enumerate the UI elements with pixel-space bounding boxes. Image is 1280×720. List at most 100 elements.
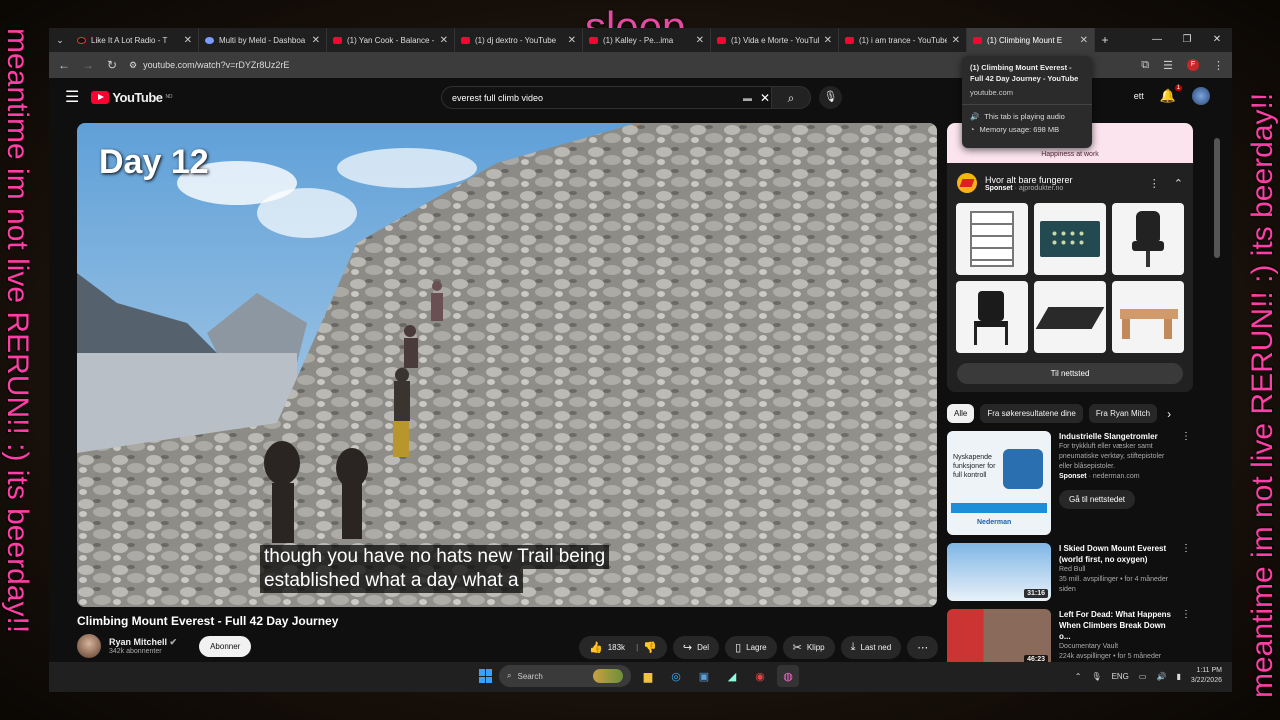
chevron-right-icon[interactable]: › (1167, 407, 1171, 421)
file-explorer-icon[interactable]: ▆ (637, 665, 659, 687)
chrome-icon[interactable]: ◍ (777, 665, 799, 687)
rec-more-icon[interactable]: ⋮ (1181, 431, 1191, 442)
chip-from-search[interactable]: Fra søkeresultatene dine (980, 404, 1083, 423)
rec-title[interactable]: I Skied Down Mount Everest (world first,… (1059, 543, 1179, 565)
windows-start-icon[interactable] (479, 669, 493, 683)
close-tab-icon[interactable]: ✕ (824, 35, 832, 46)
close-tab-icon[interactable]: ✕ (1080, 35, 1088, 46)
battery-icon[interactable]: ▮ (1176, 672, 1180, 681)
clock[interactable]: 1:11 PM 3/22/2026 (1191, 666, 1222, 686)
browser-tab[interactable]: Like It A Lot Radio - T ✕ (71, 28, 199, 52)
close-tab-icon[interactable]: ✕ (696, 35, 704, 46)
close-tab-icon[interactable]: ✕ (184, 35, 192, 46)
site-info-icon[interactable]: ⚙ (129, 60, 137, 71)
chip-all[interactable]: Alle (947, 404, 975, 423)
channel-name[interactable]: Ryan Mitchell ✔ (109, 637, 177, 648)
minimize-button[interactable]: — (1142, 28, 1172, 52)
window-controls: — ❐ ✕ (1142, 28, 1232, 52)
product-shelf[interactable] (956, 203, 1028, 275)
save-button[interactable]: ▯ Lagre (725, 636, 777, 659)
reload-icon[interactable]: ↻ (105, 58, 119, 72)
product-stacking-chairs[interactable] (956, 281, 1028, 353)
thumbs-down-icon[interactable]: 👎 (643, 641, 657, 654)
profile-avatar[interactable]: F (1187, 59, 1199, 71)
voice-search-button[interactable]: 🎙 (819, 86, 842, 109)
clear-search-icon[interactable]: ✕ (760, 91, 770, 105)
share-button[interactable]: ↪ Del (672, 636, 720, 659)
keyboard-icon[interactable]: ▬ (743, 93, 752, 103)
mic-icon[interactable]: 🎙 (1091, 672, 1101, 681)
taskbar-search[interactable]: ⌕ Search (499, 665, 631, 687)
rec-thumbnail[interactable]: 46:23 (947, 609, 1051, 667)
close-tab-icon[interactable]: ✕ (440, 35, 448, 46)
product-desk[interactable] (1112, 281, 1184, 353)
close-tab-icon[interactable]: ✕ (952, 35, 960, 46)
app-icon[interactable]: ◢ (721, 665, 743, 687)
close-window-button[interactable]: ✕ (1202, 28, 1232, 52)
close-tab-icon[interactable]: ✕ (568, 35, 576, 46)
language-indicator[interactable]: ENG (1112, 672, 1129, 681)
page-scrollbar[interactable] (1214, 138, 1220, 258)
subscribe-button[interactable]: Abonner (199, 635, 252, 657)
close-tab-icon[interactable]: ✕ (312, 35, 320, 46)
reading-list-icon[interactable]: ☰ (1163, 59, 1173, 72)
like-button[interactable]: 👍 183k | 👎 (579, 636, 667, 659)
tab-title: (1) Vida e Morte - YouTul (731, 35, 819, 45)
maximize-button[interactable]: ❐ (1172, 28, 1202, 52)
browser-tab[interactable]: (1) Yan Cook - Balance - Y ✕ (327, 28, 455, 52)
list-item[interactable]: Nyskapende funksjoner for full kontroll … (947, 431, 1193, 535)
advertiser-logo[interactable] (957, 173, 977, 193)
rec-more-icon[interactable]: ⋮ (1181, 543, 1191, 554)
browser-menu-icon[interactable]: ⋮ (1213, 59, 1224, 72)
rec-thumbnail[interactable]: 31:16 (947, 543, 1051, 601)
go-to-site-button[interactable]: Gå til nettstedet (1059, 490, 1136, 509)
rec-channel[interactable]: Documentary Vault (1059, 642, 1179, 652)
new-tab-button[interactable]: + (1095, 33, 1115, 47)
product-office-chair[interactable] (1112, 203, 1184, 275)
rec-more-icon[interactable]: ⋮ (1181, 609, 1191, 620)
list-item[interactable]: 31:16 I Skied Down Mount Everest (world … (947, 543, 1193, 601)
search-button[interactable]: ⌕ (771, 86, 811, 109)
store-icon[interactable]: ▣ (693, 665, 715, 687)
download-button[interactable]: ⤓ Last ned (840, 636, 902, 659)
browser-tab[interactable]: (1) dj dextro - YouTube ✕ (455, 28, 583, 52)
back-icon[interactable]: ← (57, 58, 71, 72)
ad-title[interactable]: Hvor alt bare fungerer (985, 175, 1073, 185)
video-player[interactable]: Day 12 though you have no hats new Trail… (77, 123, 937, 607)
verified-icon: ✔ (169, 637, 178, 647)
collapse-icon[interactable]: ⌃ (1174, 177, 1183, 190)
product-world-map[interactable] (1034, 203, 1106, 275)
visit-site-button[interactable]: Til nettsted (957, 363, 1183, 384)
extensions-icon[interactable]: ⧉ (1141, 59, 1149, 72)
browser-tab[interactable]: Multi by Meld - Dashboa ✕ (199, 28, 327, 52)
volume-icon[interactable]: 🔊 (1156, 672, 1166, 681)
more-actions-button[interactable]: ⋯ (907, 636, 939, 659)
obs-icon[interactable]: ◉ (749, 665, 771, 687)
rec-channel[interactable]: Red Bull (1059, 565, 1179, 575)
product-floor-mat[interactable] (1034, 281, 1106, 353)
chip-from-channel[interactable]: Fra Ryan Mitch (1088, 404, 1158, 423)
browser-tab[interactable]: (1) Climbing Mount E ✕ (967, 28, 1095, 52)
rec-title[interactable]: Left For Dead: What Happens When Climber… (1059, 609, 1179, 642)
notifications-icon[interactable]: 🔔 1 (1160, 85, 1182, 104)
tray-chevron-icon[interactable]: ⌃ (1075, 672, 1082, 681)
create-button[interactable]: ett (1134, 91, 1144, 101)
youtube-logo[interactable]: YouTube NO (91, 90, 172, 105)
browser-tab[interactable]: (1) Kalley - Pe...ima ✕ (583, 28, 711, 52)
account-avatar[interactable] (1192, 87, 1210, 105)
menu-icon[interactable]: ☰ (65, 87, 79, 107)
rec-title[interactable]: Industrielle Slangetromler (1059, 431, 1179, 442)
rec-thumbnail[interactable]: Nyskapende funksjoner for full kontroll … (947, 431, 1051, 535)
clip-button[interactable]: ✂ Klipp (782, 636, 835, 659)
forward-icon[interactable]: → (81, 58, 95, 72)
network-icon[interactable]: ▭ (1139, 672, 1147, 681)
notification-badge: 1 (1174, 85, 1182, 91)
tab-search-button[interactable]: ⌄ (49, 28, 71, 52)
browser-tab[interactable]: (1) Vida e Morte - YouTul ✕ (711, 28, 839, 52)
ad-more-icon[interactable]: ⋮ (1149, 177, 1160, 190)
channel-avatar[interactable] (77, 634, 101, 658)
edge-icon[interactable]: ◎ (665, 665, 687, 687)
search-input[interactable]: everest full climb video ▬ ✕ (441, 86, 781, 109)
browser-tab[interactable]: (1) i am trance - YouTube ✕ (839, 28, 967, 52)
url-field[interactable]: ⚙ youtube.com/watch?v=rDYZr8Uz2rE (129, 60, 289, 71)
